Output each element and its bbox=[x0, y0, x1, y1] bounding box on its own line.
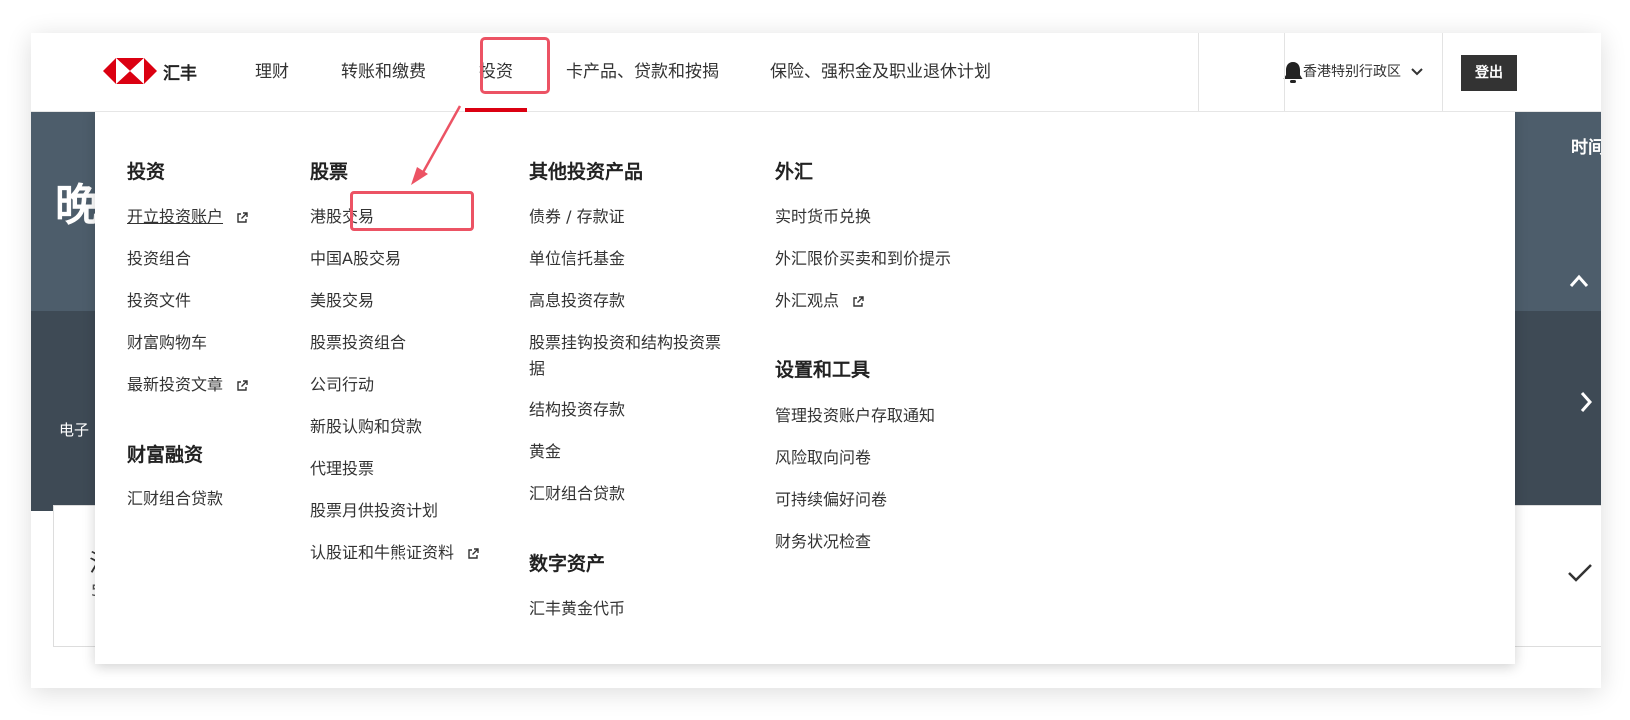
menu-heading-wealth-financing: 财富融资 bbox=[127, 444, 204, 466]
menu-link-articles[interactable]: 最新投资文章 bbox=[127, 372, 248, 398]
menu-link-portfolio-loan[interactable]: 汇财组合贷款 bbox=[127, 486, 223, 512]
menu-link-us-stocks[interactable]: 美股交易 bbox=[310, 288, 374, 314]
nav-cards-loans[interactable]: 卡产品、贷款和按揭 bbox=[566, 33, 719, 111]
menu-link-warrants[interactable]: 认股证和牛熊证资料 bbox=[310, 540, 479, 566]
time-label: 时间 bbox=[1571, 138, 1601, 158]
external-link-icon bbox=[237, 211, 248, 223]
nav-wealth[interactable]: 理财 bbox=[255, 33, 289, 111]
investment-mega-menu: 投资 开立投资账户 投资组合 投资文件 财富购物车 最新投资文章 财富融资 汇财… bbox=[95, 109, 1515, 664]
menu-link-wealth-cart[interactable]: 财富购物车 bbox=[127, 330, 207, 356]
top-header: 汇丰 理财 转账和缴费 投资 卡产品、贷款和按揭 保险、强积金及职业退休计划 香… bbox=[31, 33, 1601, 112]
menu-link-open-account[interactable]: 开立投资账户 bbox=[127, 204, 248, 230]
menu-link-gold-token[interactable]: 汇丰黄金代币 bbox=[529, 596, 625, 622]
logout-button[interactable]: 登出 bbox=[1461, 55, 1517, 91]
region-selector[interactable]: 香港特别行政区 bbox=[1303, 33, 1424, 111]
chevron-right-icon[interactable] bbox=[1579, 391, 1593, 419]
header-divider bbox=[1442, 33, 1443, 111]
chevron-down-icon bbox=[1411, 68, 1424, 76]
header-divider bbox=[1284, 33, 1285, 111]
nav-transfers[interactable]: 转账和缴费 bbox=[341, 33, 426, 111]
menu-link-sustainability-questionnaire[interactable]: 可持续偏好问卷 bbox=[775, 487, 887, 513]
menu-link-structured-deposits[interactable]: 结构投资存款 bbox=[529, 397, 625, 423]
external-link-icon bbox=[853, 295, 864, 307]
hsbc-hexagon-icon bbox=[103, 58, 157, 84]
menu-link-bonds[interactable]: 债券 / 存款证 bbox=[529, 204, 625, 230]
external-link-icon bbox=[468, 547, 479, 559]
chevron-up-icon[interactable] bbox=[1569, 269, 1589, 294]
e-service-label: 电子 bbox=[59, 421, 90, 439]
menu-link-monthly-plan[interactable]: 股票月供投资计划 bbox=[310, 498, 438, 524]
menu-heading-settings-tools: 设置和工具 bbox=[775, 359, 871, 381]
menu-link-portfolio-loan-2[interactable]: 汇财组合贷款 bbox=[529, 481, 625, 507]
menu-heading-stocks: 股票 bbox=[310, 161, 349, 183]
menu-link-fx-exchange[interactable]: 实时货币兑换 bbox=[775, 204, 871, 230]
browser-frame: 晚 时间 电子 泪 5 汇丰 理财 转账和缴费 投资 卡产品、贷款和按揭 保险、… bbox=[31, 33, 1601, 688]
menu-link-a-shares[interactable]: 中国A股交易 bbox=[310, 246, 401, 272]
menu-link-financial-check[interactable]: 财务状况检查 bbox=[775, 529, 871, 555]
menu-link-unit-trusts[interactable]: 单位信托基金 bbox=[529, 246, 625, 272]
menu-link-documents[interactable]: 投资文件 bbox=[127, 288, 191, 314]
hsbc-logo[interactable]: 汇丰 bbox=[103, 55, 197, 87]
highlight-hk-stocks bbox=[350, 191, 474, 231]
greeting-text: 晚 bbox=[55, 180, 99, 231]
menu-heading-other-products: 其他投资产品 bbox=[529, 161, 644, 183]
menu-link-account-alerts[interactable]: 管理投资账户存取通知 bbox=[775, 403, 935, 429]
menu-heading-investment: 投资 bbox=[127, 161, 166, 183]
menu-link-structured-notes[interactable]: 股票挂钩投资和结构投资票 据 bbox=[529, 330, 721, 382]
menu-link-gold[interactable]: 黄金 bbox=[529, 439, 561, 465]
menu-link-stock-portfolio[interactable]: 股票投资组合 bbox=[310, 330, 406, 356]
menu-link-corporate-actions[interactable]: 公司行动 bbox=[310, 372, 374, 398]
header-divider bbox=[1198, 33, 1199, 111]
external-link-icon bbox=[237, 379, 248, 391]
menu-link-high-yield[interactable]: 高息投资存款 bbox=[529, 288, 625, 314]
menu-link-portfolio[interactable]: 投资组合 bbox=[127, 246, 191, 272]
region-label: 香港特别行政区 bbox=[1303, 64, 1401, 80]
nav-insurance[interactable]: 保险、强积金及职业退休计划 bbox=[770, 33, 991, 111]
highlight-nav-investment bbox=[480, 37, 550, 94]
bell-icon[interactable] bbox=[1282, 60, 1304, 84]
menu-link-fx-insights[interactable]: 外汇观点 bbox=[775, 288, 864, 314]
menu-link-proxy-voting[interactable]: 代理投票 bbox=[310, 456, 374, 482]
menu-link-risk-questionnaire[interactable]: 风险取向问卷 bbox=[775, 445, 871, 471]
menu-heading-fx: 外汇 bbox=[775, 161, 814, 183]
menu-heading-digital-assets: 数字资产 bbox=[529, 553, 606, 575]
check-icon bbox=[1567, 561, 1593, 591]
menu-link-ipo[interactable]: 新股认购和贷款 bbox=[310, 414, 422, 440]
logo-text: 汇丰 bbox=[163, 63, 197, 84]
menu-link-fx-limit-order[interactable]: 外汇限价买卖和到价提示 bbox=[775, 246, 951, 272]
